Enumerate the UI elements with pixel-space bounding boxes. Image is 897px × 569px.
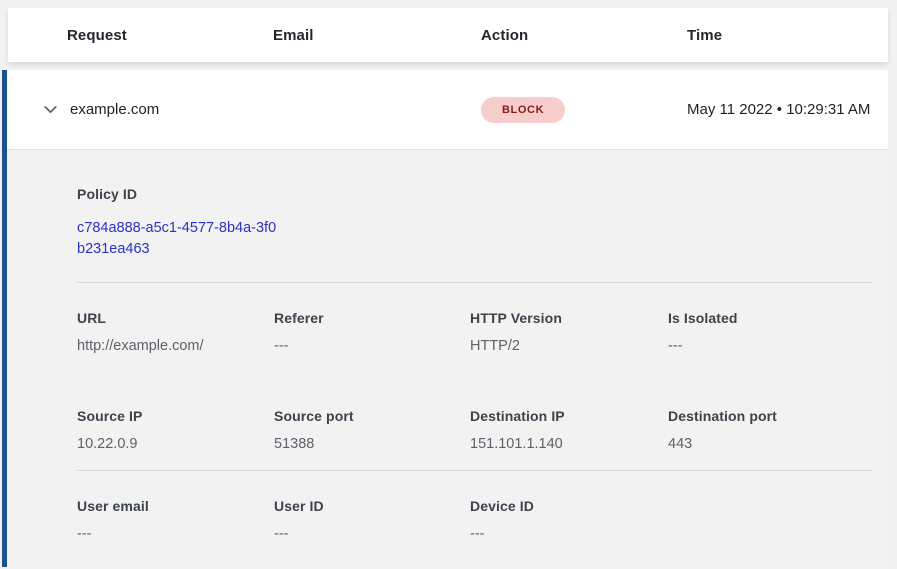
- field-label: Destination IP: [470, 408, 668, 424]
- status-badge-block: BLOCK: [481, 97, 565, 123]
- policy-id-link[interactable]: c784a888-a5c1-4577-8b4a-3f0b231ea463: [77, 218, 277, 260]
- http-request-log-detail-page: Request Email Action Time example.com BL…: [0, 0, 897, 567]
- field-user-id: User ID ---: [274, 498, 470, 542]
- field-source-ip: Source IP 10.22.0.9: [77, 408, 274, 452]
- field-label: URL: [77, 310, 274, 326]
- field-source-port: Source port 51388: [274, 408, 470, 452]
- field-label: Referer: [274, 310, 470, 326]
- field-value: ---: [668, 338, 872, 354]
- field-destination-ip: Destination IP 151.101.1.140: [470, 408, 668, 452]
- field-label: Device ID: [470, 498, 668, 514]
- request-cell: example.com: [70, 101, 273, 118]
- field-label: User email: [77, 498, 274, 514]
- field-label: Destination port: [668, 408, 872, 424]
- policy-id-label: Policy ID: [77, 186, 872, 202]
- field-empty: [668, 498, 872, 542]
- column-header-email: Email: [273, 27, 481, 44]
- expanded-log-row: example.com BLOCK May 11 2022 • 10:29:31…: [2, 70, 888, 567]
- field-url: URL http://example.com/: [77, 310, 274, 354]
- field-user-email: User email ---: [77, 498, 274, 542]
- field-destination-port: Destination port 443: [668, 408, 872, 452]
- column-header-time: Time: [687, 27, 888, 44]
- field-http-version: HTTP Version HTTP/2: [470, 310, 668, 354]
- field-value: ---: [274, 338, 470, 354]
- field-value: ---: [77, 526, 274, 542]
- user-fields-row: User email --- User ID --- Device ID ---: [7, 471, 888, 569]
- request-details-panel: Policy ID c784a888-a5c1-4577-8b4a-3f0b23…: [7, 150, 888, 569]
- field-label: User ID: [274, 498, 470, 514]
- field-value: 51388: [274, 436, 470, 452]
- field-value: 151.101.1.140: [470, 436, 668, 452]
- column-header-request: Request: [67, 27, 273, 44]
- field-value: 10.22.0.9: [77, 436, 274, 452]
- field-value: HTTP/2: [470, 338, 668, 354]
- field-label: HTTP Version: [470, 310, 668, 326]
- field-value: ---: [470, 526, 668, 542]
- time-cell: May 11 2022 • 10:29:31 AM: [687, 98, 888, 122]
- field-device-id: Device ID ---: [470, 498, 668, 542]
- field-value: 443: [668, 436, 872, 452]
- table-row[interactable]: example.com BLOCK May 11 2022 • 10:29:31…: [7, 70, 888, 150]
- field-label: Source port: [274, 408, 470, 424]
- chevron-down-icon[interactable]: [42, 101, 70, 118]
- column-header-action: Action: [481, 27, 687, 44]
- field-label: Source IP: [77, 408, 274, 424]
- network-fields-row: Source IP 10.22.0.9 Source port 51388 De…: [7, 381, 888, 470]
- field-label: Is Isolated: [668, 310, 872, 326]
- field-is-isolated: Is Isolated ---: [668, 310, 872, 354]
- http-fields-row: URL http://example.com/ Referer --- HTTP…: [7, 283, 888, 381]
- field-value: ---: [274, 526, 470, 542]
- action-cell: BLOCK: [481, 97, 687, 123]
- field-referer: Referer ---: [274, 310, 470, 354]
- policy-id-section: Policy ID c784a888-a5c1-4577-8b4a-3f0b23…: [7, 150, 888, 282]
- field-value: http://example.com/: [77, 338, 274, 354]
- table-header: Request Email Action Time: [8, 8, 888, 62]
